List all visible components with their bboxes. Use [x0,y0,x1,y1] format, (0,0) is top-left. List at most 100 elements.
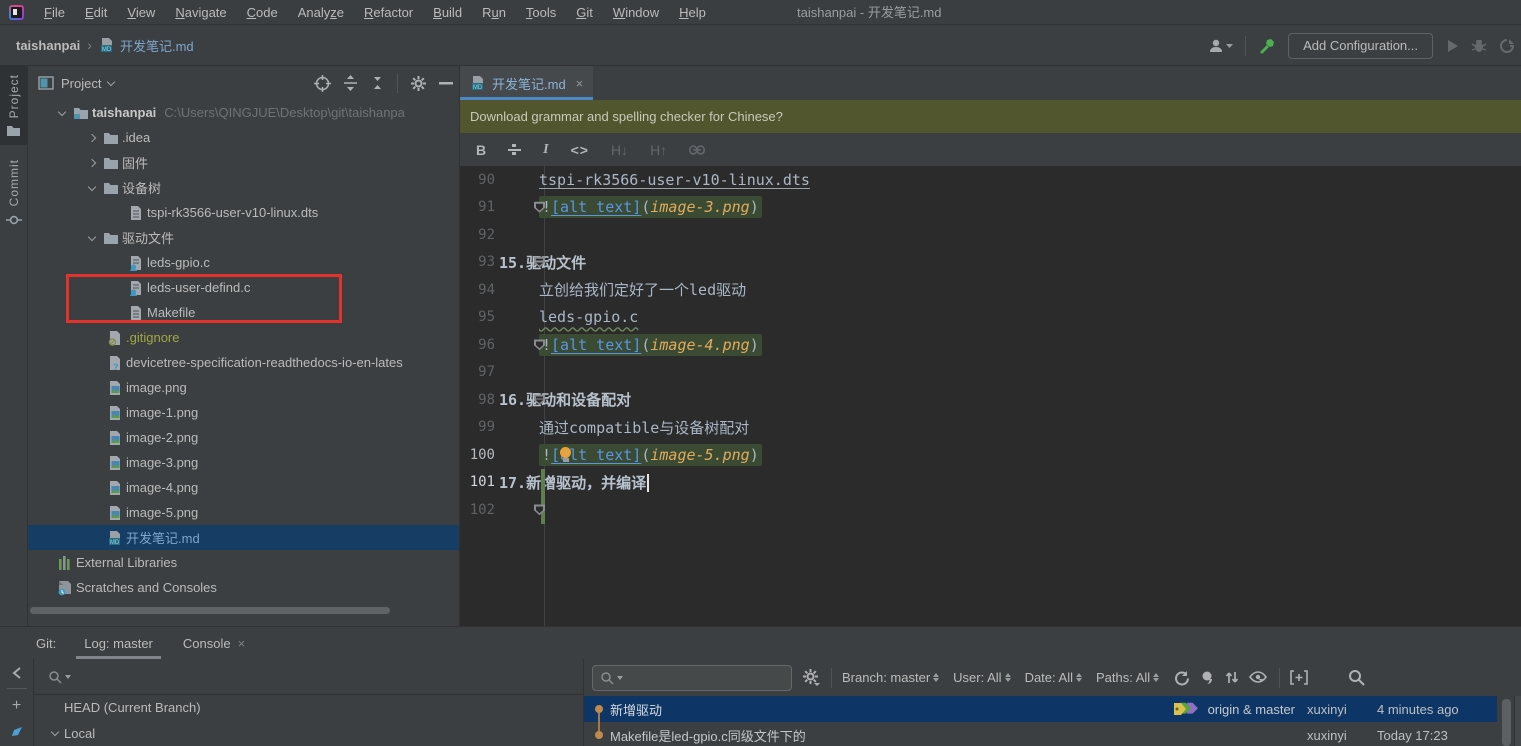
breadcrumb-project[interactable]: taishanpai [16,38,80,53]
project-tree-row[interactable]: image.png [28,375,459,400]
tree-chevron-icon[interactable] [54,111,70,115]
eye-icon[interactable] [1249,671,1269,685]
search-everywhere-icon[interactable] [1348,669,1365,686]
debug-icon[interactable] [1471,38,1487,54]
build-hammer-icon[interactable] [1258,37,1276,55]
menu-item[interactable]: Edit [75,5,117,20]
editor-line[interactable]: 92 [460,221,1521,249]
intention-bulb-icon[interactable] [559,447,572,463]
project-view-selector[interactable]: Project [38,76,114,91]
tree-chevron-icon[interactable] [84,135,100,141]
user-account-icon[interactable] [1207,38,1233,54]
commit-search-input[interactable] [592,665,792,691]
menu-item[interactable]: Code [237,5,288,20]
editor-line[interactable]: 102 [460,496,1521,524]
tab-console[interactable]: Console × [171,627,257,659]
editor-line[interactable]: 98 16.驱动和设备配对 [460,386,1521,414]
markdown-link[interactable]: [alt text] [551,336,641,354]
editor-line[interactable]: 101 17.新增驱动，并编译 [460,469,1521,497]
project-tree-row[interactable]: External Libraries [28,550,459,575]
project-tree-row[interactable]: MD 开发笔记.md [28,525,459,550]
italic-icon[interactable]: I [543,142,548,158]
menu-item[interactable]: Navigate [165,5,236,20]
image-gutter-icon[interactable] [534,202,545,213]
bold-icon[interactable]: B [476,142,486,158]
project-tree-row[interactable]: 设备树 [28,175,459,200]
menu-item[interactable]: Run [472,5,516,20]
editor-line[interactable]: 95 leds-gpio.c [460,304,1521,332]
vertical-scrollbar[interactable] [1502,699,1511,746]
fold-marker-icon[interactable] [534,257,545,268]
add-configuration-button[interactable]: Add Configuration... [1288,33,1433,59]
editor-line[interactable]: 94 立创给我们定好了一个led驱动 [460,276,1521,304]
project-tree-row[interactable]: image-2.png [28,425,459,450]
menu-item[interactable]: Help [669,5,716,20]
hide-panel-icon[interactable] [439,81,453,85]
project-tool-window-button[interactable]: Project [0,66,27,145]
new-branch-icon[interactable]: + [12,698,21,714]
edit-pencil-icon[interactable] [11,727,23,737]
code-icon[interactable]: <> [571,142,589,158]
editor-content[interactable]: 90 tspi-rk3566-user-v10-linux.dts 91 ![a… [460,166,1521,626]
run-icon[interactable] [1445,39,1459,53]
sort-icon[interactable] [1225,670,1239,685]
menu-item[interactable]: View [117,5,165,20]
strikethrough-icon[interactable] [508,143,521,156]
locate-file-icon[interactable] [314,75,331,92]
project-tree-row[interactable]: image-4.png [28,475,459,500]
editor-line[interactable]: 100 ![alt text](image-5.png) [460,441,1521,469]
settings-gear-icon[interactable] [410,75,427,92]
header-down-icon[interactable]: H↓ [611,142,628,158]
project-tree-row[interactable]: 驱动文件 [28,225,459,250]
editor-line[interactable]: 97 [460,359,1521,387]
filter-gear-icon[interactable] [802,668,821,687]
fold-marker-icon[interactable] [534,394,545,405]
project-tree-row[interactable]: image-3.png [28,450,459,475]
notification-banner[interactable]: Download grammar and spelling checker fo… [460,100,1521,133]
image-gutter-icon[interactable] [534,339,545,350]
header-up-icon[interactable]: H↑ [650,142,667,158]
horizontal-scrollbar[interactable] [30,607,390,614]
project-tree-row[interactable]: 固件 [28,150,459,175]
tree-chevron-icon[interactable] [84,160,100,166]
branch-row-local[interactable]: Local [34,721,583,746]
editor-line[interactable]: 93 15.驱动文件 [460,249,1521,277]
editor-tab[interactable]: MD 开发笔记.md × [460,66,593,100]
branch-search[interactable] [34,659,583,695]
expand-all-icon[interactable] [343,75,358,91]
project-tree-row[interactable]: Scratches and Consoles [28,575,459,600]
menu-item[interactable]: Build [423,5,472,20]
profiler-icon[interactable] [1499,38,1515,54]
editor-line[interactable]: 91 ![alt text](image-3.png) [460,194,1521,222]
commit-tool-window-button[interactable]: Commit [0,151,27,234]
project-tree-row[interactable]: image-5.png [28,500,459,525]
menu-item[interactable]: Window [603,5,669,20]
project-tree-row[interactable]: taishanpai C:\Users\QINGJUE\Desktop\git\… [28,100,459,125]
project-tree-row[interactable]: .idea [28,125,459,150]
breadcrumb-file[interactable]: MD 开发笔记.md [99,36,194,55]
user-filter[interactable]: User: All [953,670,1010,685]
image-gutter-icon[interactable] [534,504,545,515]
tab-close-icon[interactable]: × [576,76,584,91]
project-tree-row[interactable]: .gitignore [28,325,459,350]
tab-log-master[interactable]: Log: master [72,627,165,659]
link-icon[interactable] [689,145,705,155]
menu-item[interactable]: Analyze [288,5,354,20]
editor-line[interactable]: 96 ![alt text](image-4.png) [460,331,1521,359]
project-tree-row[interactable]: leds-user-defind.c [28,275,459,300]
tree-chevron-icon[interactable] [84,236,100,240]
commit-row[interactable]: 新增驱动 origin & master xuxinyi 4 minutes a… [584,696,1497,722]
project-tree-row[interactable]: image-1.png [28,400,459,425]
tab-close-icon[interactable]: × [238,636,246,651]
refresh-icon[interactable] [1173,670,1190,686]
paths-filter[interactable]: Paths: All [1096,670,1159,685]
commit-row[interactable]: Makefile是led-gpio.c同级文件下的 xuxinyi Today … [584,722,1497,746]
collapse-all-icon[interactable] [370,75,385,91]
menu-item[interactable]: Refactor [354,5,423,20]
editor-line[interactable]: 90 tspi-rk3566-user-v10-linux.dts [460,166,1521,194]
menu-item[interactable]: File [34,5,75,20]
branch-row-head[interactable]: HEAD (Current Branch) [34,695,583,721]
menu-item[interactable]: Tools [516,5,566,20]
tree-chevron-icon[interactable] [84,186,100,190]
menu-item[interactable]: Git [566,5,603,20]
